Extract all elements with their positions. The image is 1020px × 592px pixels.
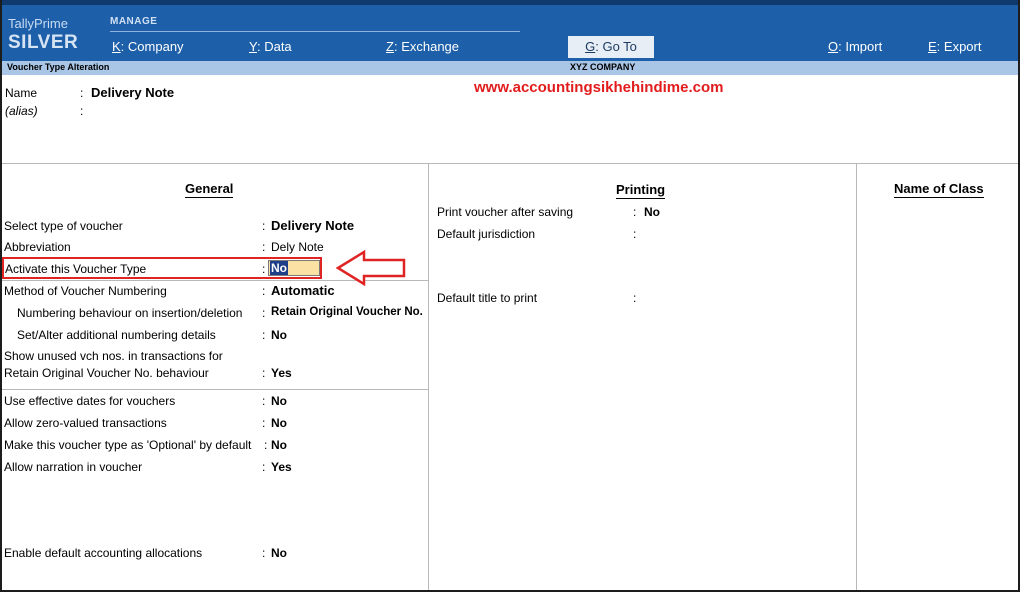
brand-name: TallyPrime [8,16,68,31]
menu-exchange-key: Z [386,39,394,54]
additional-numbering-label: Set/Alter additional numbering details [17,328,216,342]
brand-edition: SILVER [8,32,79,53]
default-title-colon: : [633,291,637,305]
print-after-saving-label: Print voucher after saving [437,205,574,219]
menu-company-label: Company [127,39,184,54]
alias-colon: : [80,104,84,118]
manage-label: MANAGE [110,16,158,27]
menu-export[interactable]: E: Export [928,39,981,54]
printing-section-title: Printing [616,182,666,199]
zero-valued-label: Allow zero-valued transactions [4,416,167,430]
general-divider-2 [2,389,428,390]
header-divider [2,163,1018,164]
print-after-saving-field[interactable]: No [644,205,660,219]
activate-colon: : [262,262,266,276]
numbering-behaviour-field[interactable]: Retain Original Voucher No. [271,306,423,318]
menu-company-key: K [112,39,121,54]
name-field[interactable]: Delivery Note [91,85,174,100]
name-colon: : [80,86,84,100]
numbering-behaviour-label: Numbering behaviour on insertion/deletio… [17,306,243,320]
company-name: XYZ COMPANY [570,62,636,72]
column-divider-1 [428,163,429,590]
abbreviation-field[interactable]: Dely Note [271,240,324,254]
show-unused-field[interactable]: Yes [271,366,292,380]
select-type-colon: : [262,219,266,233]
effective-dates-field[interactable]: No [271,394,287,408]
additional-numbering-colon: : [262,328,266,342]
activate-value[interactable]: No [270,261,288,275]
menu-data-label: Data [264,39,292,54]
narration-field[interactable]: Yes [271,460,292,474]
effective-dates-label: Use effective dates for vouchers [4,394,176,408]
menu-export-label: Export [943,39,982,54]
menu-import-label: Import [845,39,883,54]
numbering-method-colon: : [262,284,266,298]
print-after-saving-colon: : [633,205,637,219]
screen-title: Voucher Type Alteration [7,62,110,72]
zero-valued-colon: : [262,416,266,430]
optional-colon: : [264,438,268,452]
narration-label: Allow narration in voucher [4,460,143,474]
default-alloc-field[interactable]: No [271,546,287,560]
general-section-title: General [185,181,234,198]
select-type-label: Select type of voucher [4,219,123,233]
name-label: Name [5,86,38,100]
optional-field[interactable]: No [271,438,287,452]
default-alloc-colon: : [262,546,266,560]
name-of-class-title: Name of Class [894,181,984,198]
screen-title-bar: Voucher Type Alteration XYZ COMPANY [2,61,1018,75]
activate-label: Activate this Voucher Type [5,262,147,276]
select-type-field[interactable]: Delivery Note [271,218,354,233]
narration-colon: : [262,460,266,474]
default-title-label: Default title to print [437,291,538,305]
abbreviation-label: Abbreviation [4,240,71,254]
top-menu-bar: TallyPrime SILVER MANAGE K: Company Y: D… [2,0,1018,61]
watermark-url: www.accountingsikhehindime.com [474,79,724,96]
menu-data[interactable]: Y: Data [249,39,292,54]
pointer-arrow-icon [336,249,406,287]
show-unused-label-line2: Retain Original Voucher No. behaviour [4,366,209,380]
numbering-method-label: Method of Voucher Numbering [4,284,167,298]
numbering-behaviour-colon: : [262,306,266,320]
alias-label: (alias) [5,104,38,118]
menu-goto[interactable]: G: Go To [568,36,654,58]
menu-company[interactable]: K: Company [112,39,184,54]
menu-export-key: E [928,39,937,54]
effective-dates-colon: : [262,394,266,408]
menu-import-key: O [828,39,839,54]
menu-data-key: Y [249,39,257,54]
show-unused-label-line1: Show unused vch nos. in transactions for [4,349,223,363]
additional-numbering-field[interactable]: No [271,328,287,342]
menu-goto-label: Go To [602,39,637,54]
jurisdiction-label: Default jurisdiction [437,227,536,241]
show-unused-colon: : [262,366,266,380]
manage-divider [110,31,520,32]
default-alloc-label: Enable default accounting allocations [4,546,203,560]
numbering-method-field[interactable]: Automatic [271,283,335,298]
zero-valued-field[interactable]: No [271,416,287,430]
optional-label: Make this voucher type as 'Optional' by … [4,438,252,452]
jurisdiction-colon: : [633,227,637,241]
menu-exchange[interactable]: Z: Exchange [386,39,459,54]
column-divider-2 [856,163,857,590]
menu-goto-key: G [585,39,596,54]
abbreviation-colon: : [262,240,266,254]
menu-exchange-label: Exchange [401,39,460,54]
menu-import[interactable]: O: Import [828,39,882,54]
